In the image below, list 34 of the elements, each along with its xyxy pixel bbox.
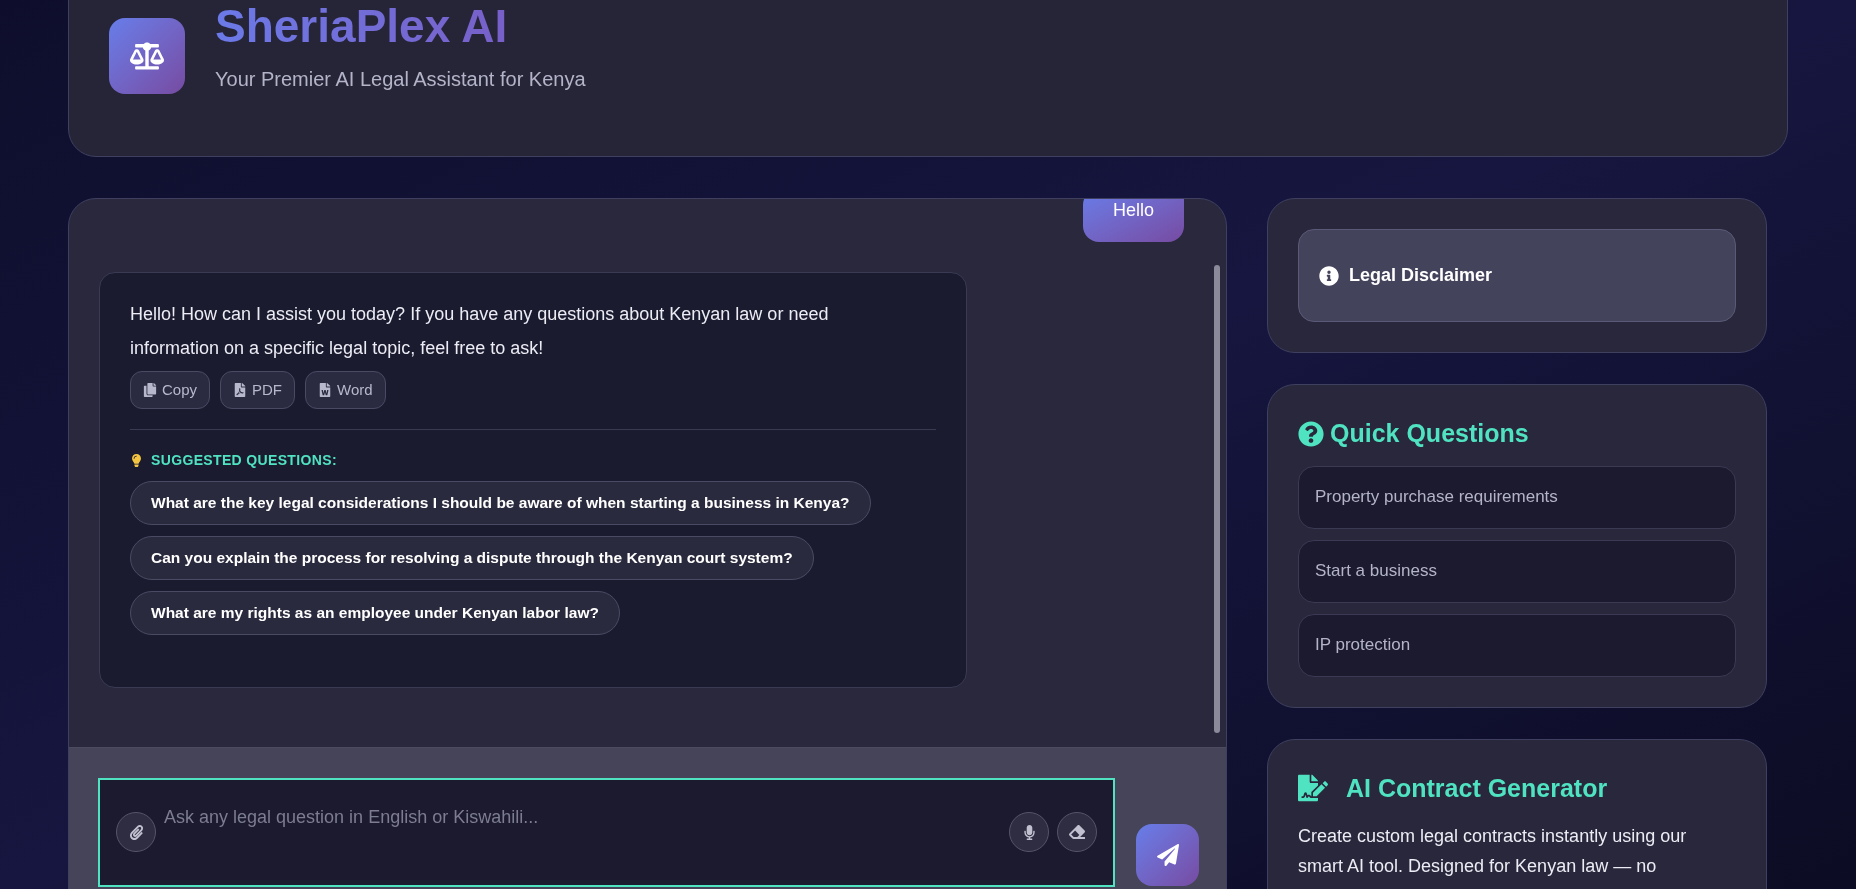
question-input[interactable]: Ask any legal question in English or Kiswahili...	[164, 802, 1001, 832]
question-icon	[1298, 420, 1324, 447]
app-subtitle: Your Premier AI Legal Assistant for Kenya	[215, 67, 586, 92]
pdf-file-icon	[233, 383, 248, 397]
suggested-heading: SUGGESTED QUESTIONS:	[151, 451, 337, 470]
message-action-button[interactable]: Word	[305, 371, 386, 409]
contract-generator-description: Create custom legal contracts instantly using our smart AI tool. Designed for Kenyan law — no	[1298, 825, 1688, 878]
contract-generator-title: AI Contract Generator	[1346, 772, 1608, 804]
quick-question-button[interactable]: IP protection	[1298, 613, 1736, 677]
disclaimer-toggle[interactable]: Legal Disclaimer	[1298, 229, 1736, 322]
quick-questions-title: Quick Questions	[1330, 418, 1529, 449]
message-action-button[interactable]: PDF	[220, 371, 296, 409]
lightbulb-icon	[130, 454, 143, 467]
send-button[interactable]	[1136, 824, 1199, 886]
attach-button[interactable]	[116, 812, 156, 852]
paperclip-icon	[128, 824, 144, 840]
microphone-button[interactable]	[1009, 812, 1049, 852]
user-message: Hello	[1082, 199, 1184, 242]
message-action-button[interactable]: Copy	[130, 371, 211, 409]
clear-button[interactable]	[1057, 812, 1097, 852]
suggested-question[interactable]: Can you explain the process for resolving a dispute through the Kenyan court system?	[130, 536, 814, 580]
info-icon	[1319, 265, 1339, 286]
copy-icon	[143, 383, 157, 397]
quick-question-button[interactable]: Property purchase requirements	[1298, 465, 1736, 529]
scrollbar[interactable]	[1214, 265, 1220, 733]
send-icon	[1156, 844, 1179, 866]
microphone-icon	[1021, 824, 1037, 840]
message-text: Hello! How can I assist you today? If you have any questions about Kenyan law or need information on a specific legal topic, feel free to ask!	[130, 303, 830, 360]
document-file-icon	[318, 383, 333, 397]
eraser-icon	[1069, 824, 1085, 840]
suggested-question[interactable]: What are my rights as an employee under Kenyan labor law?	[130, 591, 620, 635]
suggested-question[interactable]: What are the key legal considerations I should be aware of when starting a business in Kenya?	[130, 481, 871, 525]
contract-icon	[1298, 774, 1328, 803]
quick-question-button[interactable]: Start a business	[1298, 539, 1736, 603]
